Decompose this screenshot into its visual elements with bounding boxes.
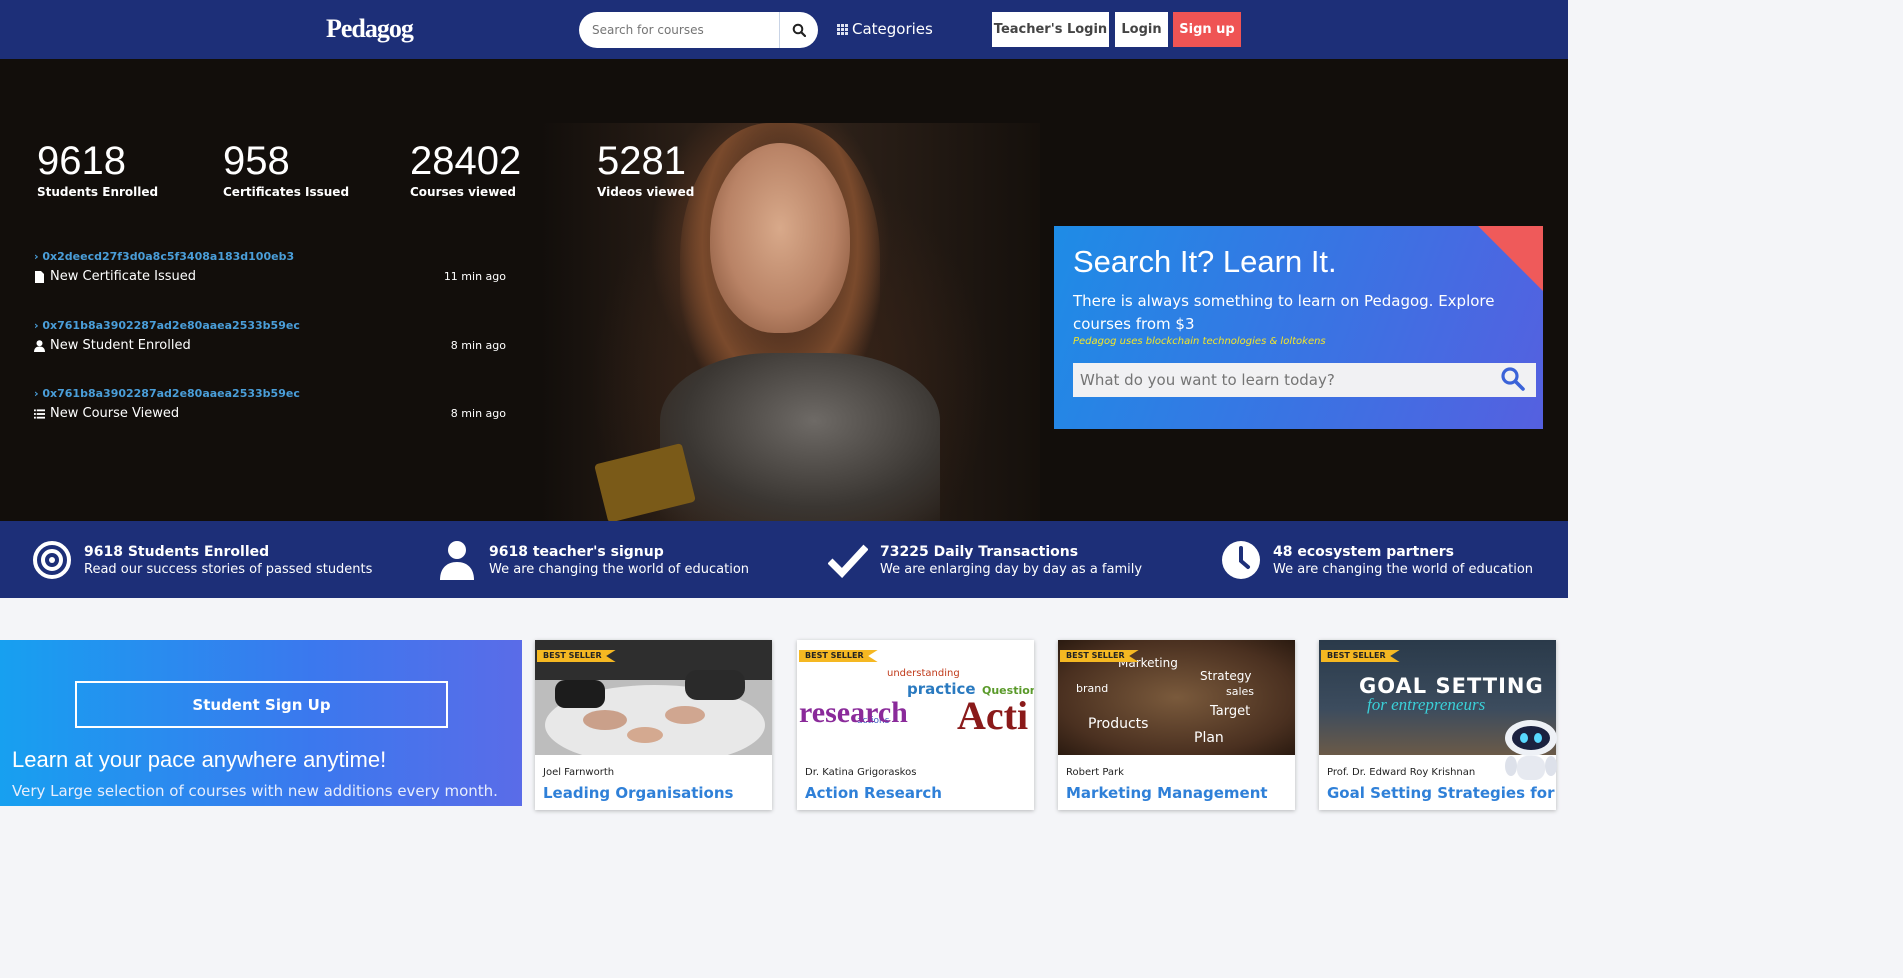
learn-search xyxy=(1073,363,1536,397)
activity-time: 11 min ago xyxy=(443,270,506,283)
signup-heading: Learn at your pace anywhere anytime! xyxy=(12,747,387,772)
chatbot-robot-icon[interactable] xyxy=(1501,716,1561,786)
transaction-hash-link[interactable]: › 0x761b8a3902287ad2e80aaea2533b59ec xyxy=(34,319,506,332)
stat-label: Certificates Issued xyxy=(223,185,350,199)
feature-item: 9618 teacher's signup We are changing th… xyxy=(437,540,749,580)
activity-item: › 0x761b8a3902287ad2e80aaea2533b59ec New… xyxy=(34,319,506,353)
transaction-hash-link[interactable]: › 0x2deecd27f3d0a8c5f3408a183d100eb3 xyxy=(34,250,506,263)
activity-item: › 0x761b8a3902287ad2e80aaea2533b59ec New… xyxy=(34,387,506,421)
activity-time: 8 min ago xyxy=(450,407,506,420)
user-icon xyxy=(34,339,45,352)
corner-ribbon xyxy=(1478,226,1543,291)
feature-item: 9618 Students Enrolled Read our success … xyxy=(32,540,372,580)
feature-subtitle: We are changing the world of education xyxy=(489,561,750,577)
signup-button[interactable]: Sign up xyxy=(1173,12,1241,47)
features-strip: 9618 Students Enrolled Read our success … xyxy=(0,521,1568,598)
promo-description: There is always something to learn on Pe… xyxy=(1073,292,1495,333)
feature-subtitle: We are enlarging day by day as a family xyxy=(880,561,1143,577)
stat-courses: 28402 Courses viewed xyxy=(410,139,521,199)
file-icon xyxy=(35,270,44,283)
best-seller-badge: BEST SELLER xyxy=(799,650,878,662)
activity-event: New Certificate Issued xyxy=(50,269,197,284)
best-seller-badge: BEST SELLER xyxy=(1060,650,1139,662)
teacher-login-button[interactable]: Teacher's Login xyxy=(992,12,1109,47)
signup-text: Very Large selection of courses with new… xyxy=(12,782,498,800)
course-search xyxy=(579,12,818,48)
feature-title: 48 ecosystem partners xyxy=(1273,543,1454,560)
course-title[interactable]: Leading Organisations xyxy=(543,784,733,802)
course-title[interactable]: Goal Setting Strategies for xyxy=(1327,784,1554,802)
hero-section: 9618 Students Enrolled 958 Certificates … xyxy=(0,59,1568,521)
stat-label: Students Enrolled xyxy=(37,185,159,199)
list-icon xyxy=(34,408,45,419)
top-navbar: Pedagog Categories Teacher's Login Login… xyxy=(0,0,1568,59)
activity-event: New Student Enrolled xyxy=(50,338,191,353)
search-icon[interactable] xyxy=(1500,366,1526,392)
course-author: Robert Park xyxy=(1066,767,1124,778)
feature-subtitle: Read our success stories of passed stude… xyxy=(84,561,373,577)
course-card[interactable]: Marketing Strategy sales brand Target Pr… xyxy=(1058,640,1295,810)
feature-subtitle: We are changing the world of education xyxy=(1273,561,1534,577)
promo-title: Search It? Learn It. xyxy=(1073,244,1337,279)
course-author: Prof. Dr. Edward Roy Krishnan xyxy=(1327,767,1476,778)
clock-icon xyxy=(1221,540,1261,580)
stat-label: Videos viewed xyxy=(597,185,695,199)
transaction-hash-link[interactable]: › 0x761b8a3902287ad2e80aaea2533b59ec xyxy=(34,387,506,400)
stat-value: 5281 xyxy=(597,139,686,183)
check-icon xyxy=(828,540,868,580)
activity-event: New Course Viewed xyxy=(50,406,180,421)
promo-tagline: Pedagog uses blockchain technologies & l… xyxy=(1073,336,1326,347)
feature-title: 9618 Students Enrolled xyxy=(84,543,270,560)
feature-item: 73225 Daily Transactions We are enlargin… xyxy=(828,540,1142,580)
feature-title: 73225 Daily Transactions xyxy=(880,543,1079,560)
feature-title: 9618 teacher's signup xyxy=(489,543,664,560)
site-logo[interactable]: Pedagog xyxy=(326,14,414,44)
user-icon xyxy=(437,540,477,580)
course-search-input[interactable] xyxy=(579,12,779,48)
stat-value: 9618 xyxy=(37,139,126,183)
target-icon xyxy=(32,540,72,580)
feature-item: 48 ecosystem partners We are changing th… xyxy=(1221,540,1533,580)
stat-label: Courses viewed xyxy=(410,185,517,199)
course-card[interactable]: BEST SELLER Joel Farnworth Leading Organ… xyxy=(535,640,772,810)
course-title[interactable]: Marketing Management xyxy=(1066,784,1268,802)
course-card[interactable]: understanding practice Question actions … xyxy=(797,640,1034,810)
stat-value: 958 xyxy=(223,139,290,183)
stat-value: 28402 xyxy=(410,139,522,183)
student-signup-panel: Student Sign Up Learn at your pace anywh… xyxy=(0,640,522,806)
categories-menu[interactable]: Categories xyxy=(837,20,933,38)
login-button[interactable]: Login xyxy=(1115,12,1168,47)
student-signup-button[interactable]: Student Sign Up xyxy=(75,681,448,728)
stat-students: 9618 Students Enrolled xyxy=(37,139,158,199)
categories-label: Categories xyxy=(852,20,933,38)
activity-item: › 0x2deecd27f3d0a8c5f3408a183d100eb3 New… xyxy=(34,250,506,284)
learn-search-input[interactable] xyxy=(1073,363,1493,397)
stat-certificates: 958 Certificates Issued xyxy=(223,139,349,199)
course-title[interactable]: Action Research xyxy=(805,784,942,802)
search-promo-box: Search It? Learn It. There is always som… xyxy=(1054,226,1543,429)
course-author: Joel Farnworth xyxy=(543,767,615,778)
course-search-button[interactable] xyxy=(779,12,818,48)
grid-icon xyxy=(837,23,848,35)
search-icon xyxy=(792,23,806,37)
stat-videos: 5281 Videos viewed xyxy=(597,139,694,199)
activity-time: 8 min ago xyxy=(450,339,506,352)
course-author: Dr. Katina Grigoraskos xyxy=(805,767,917,778)
best-seller-badge: BEST SELLER xyxy=(1321,650,1400,662)
best-seller-badge: BEST SELLER xyxy=(537,650,616,662)
